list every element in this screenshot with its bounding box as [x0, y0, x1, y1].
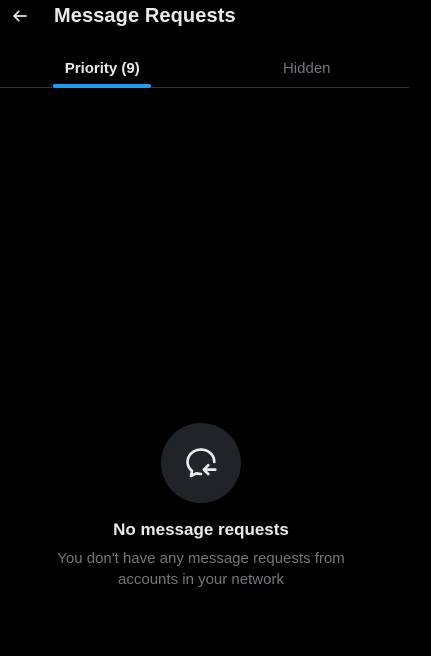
tab-priority[interactable]: Priority (9) — [0, 48, 205, 88]
tab-bar: Priority (9) Hidden — [0, 48, 409, 88]
active-tab-indicator — [53, 84, 152, 88]
page-title: Message Requests — [54, 5, 236, 27]
empty-state: No message requests You don't have any m… — [0, 423, 402, 590]
tab-hidden-label: Hidden — [282, 60, 331, 77]
message-requests-page: Message Requests Priority (9) Hidden No … — [0, 0, 431, 656]
empty-state-title: No message requests — [113, 520, 289, 539]
tab-hidden[interactable]: Hidden — [205, 48, 410, 87]
header: Message Requests — [0, 0, 431, 36]
empty-state-subtitle: You don't have any message requests from… — [57, 550, 345, 588]
arrow-left-icon — [12, 10, 27, 22]
empty-state-icon-container — [161, 423, 241, 503]
message-request-icon — [186, 448, 217, 478]
tab-priority-label: Priority (9) — [64, 60, 140, 77]
back-button[interactable] — [8, 4, 32, 28]
